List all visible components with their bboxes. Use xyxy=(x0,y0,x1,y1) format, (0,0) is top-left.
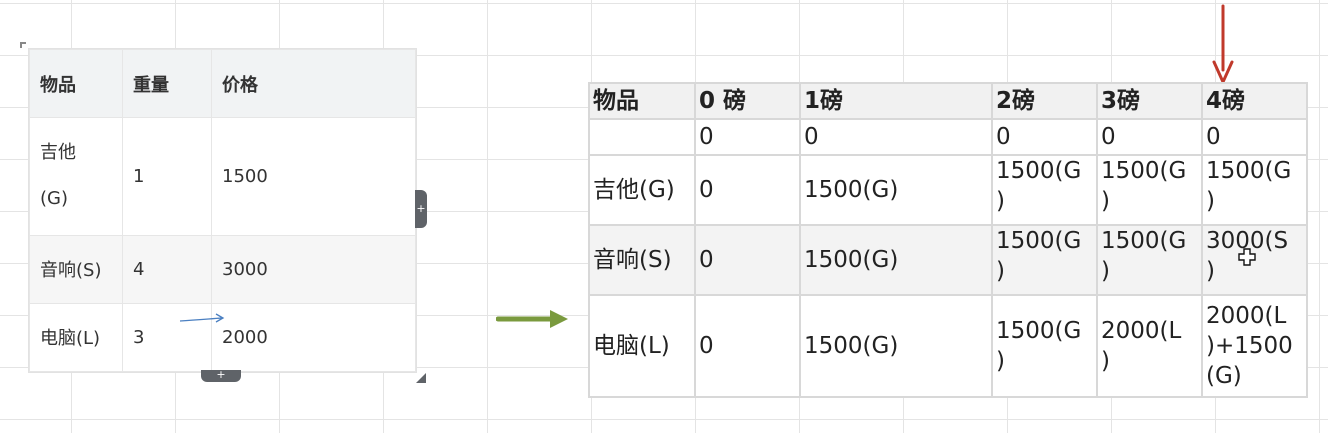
dp-cell[interactable]: 1500(G) xyxy=(799,154,993,226)
table-row: 吉他 (G) 1 1500 xyxy=(29,117,416,236)
cell-line: ) xyxy=(996,188,1005,214)
table-row: 音响(S) 4 3000 xyxy=(29,234,416,304)
move-cursor-icon xyxy=(1238,248,1256,266)
dp-cell[interactable]: 1500(G) xyxy=(991,224,1098,296)
cell-line: ) xyxy=(1101,188,1110,214)
arrow-down-icon xyxy=(1212,4,1234,86)
header-weight: 重量 xyxy=(122,48,212,119)
dp-item-cell[interactable]: 音响(S) xyxy=(588,224,696,296)
dp-item-cell[interactable]: 电脑(L) xyxy=(588,294,696,398)
table-row: 0 0 0 0 0 xyxy=(588,118,1308,156)
dp-cell[interactable]: 1500(G) xyxy=(1201,154,1308,226)
cell-line: ) xyxy=(996,258,1005,284)
dp-item-cell[interactable]: 吉他(G) xyxy=(588,154,696,226)
dp-header-capacity-0: 0 磅 xyxy=(694,82,801,120)
dp-cell[interactable]: 0 xyxy=(694,294,801,398)
table-header-row: 物品 重量 价格 xyxy=(29,48,416,119)
header-item: 物品 xyxy=(29,48,123,119)
dp-cell[interactable] xyxy=(588,118,696,156)
arrow-right-icon xyxy=(496,310,568,328)
dp-cell[interactable]: 1500(G) xyxy=(991,294,1098,398)
dp-header-row: 物品 0 磅 1磅 2磅 3磅 4磅 xyxy=(588,82,1308,120)
table-row: 吉他(G) 0 1500(G) 1500(G) 1500(G) 1500(G) xyxy=(588,154,1308,226)
dp-cell[interactable]: 0 xyxy=(694,224,801,296)
price-cell[interactable]: 1500 xyxy=(211,117,416,236)
dp-header-capacity-3: 3磅 xyxy=(1096,82,1203,120)
dp-cell[interactable]: 0 xyxy=(694,154,801,226)
dp-header-capacity-4: 4磅 xyxy=(1201,82,1308,120)
dp-cell[interactable]: 0 xyxy=(1096,118,1203,156)
cell-line: ) xyxy=(1101,348,1110,374)
cell-line: 1500(G xyxy=(996,318,1082,344)
item-cell[interactable]: 吉他 (G) xyxy=(29,117,123,236)
cell-line: 2000(L xyxy=(1206,303,1287,329)
table-corner-handle-icon[interactable] xyxy=(20,42,26,48)
cell-line: ) xyxy=(1206,188,1215,214)
item-cell[interactable]: 音响(S) xyxy=(29,234,123,304)
dp-cell[interactable]: 0 xyxy=(991,118,1098,156)
dp-cell[interactable]: 0 xyxy=(694,118,801,156)
cell-line: 1500(G xyxy=(1101,158,1187,184)
dp-cell[interactable]: 1500(G) xyxy=(991,154,1098,226)
cell-line: 1500(G xyxy=(996,228,1082,254)
item-name-line1: 吉他 xyxy=(40,142,76,164)
table-row: 音响(S) 0 1500(G) 1500(G) 1500(G) 3000(S) xyxy=(588,224,1308,296)
cell-line: ) xyxy=(996,348,1005,374)
dp-header-capacity-2: 2磅 xyxy=(991,82,1098,120)
dp-cell[interactable]: 0 xyxy=(1201,118,1308,156)
dp-header-item: 物品 xyxy=(588,82,696,120)
resize-corner-icon[interactable] xyxy=(416,373,426,383)
item-name-line2: (G) xyxy=(40,188,68,210)
dp-cell[interactable]: 0 xyxy=(799,118,993,156)
cell-line: 2000(L xyxy=(1101,318,1182,344)
weight-cell[interactable]: 4 xyxy=(122,234,212,304)
dp-cell[interactable]: 2000(L) xyxy=(1096,294,1203,398)
dp-cell[interactable]: 1500(G) xyxy=(799,294,993,398)
thin-arrow-right-icon xyxy=(179,313,225,323)
dp-header-capacity-1: 1磅 xyxy=(799,82,993,120)
add-row-handle[interactable]: + xyxy=(201,369,241,382)
cell-line: ) xyxy=(1101,258,1110,284)
cell-line: 1500(G xyxy=(1101,228,1187,254)
price-cell[interactable]: 2000 xyxy=(211,302,416,373)
header-price: 价格 xyxy=(211,48,416,119)
knapsack-dp-table: 物品 0 磅 1磅 2磅 3磅 4磅 0 0 0 0 0 吉他(G) 0 150… xyxy=(588,82,1308,398)
item-cell[interactable]: 电脑(L) xyxy=(29,302,123,373)
cell-line: )+1500 xyxy=(1206,333,1293,359)
dp-cell[interactable]: 1500(G) xyxy=(1096,224,1203,296)
dp-cell[interactable]: 1500(G) xyxy=(1096,154,1203,226)
cell-line: 1500(G xyxy=(1206,158,1292,184)
cell-line: (G) xyxy=(1206,363,1242,389)
cell-line: 1500(G xyxy=(996,158,1082,184)
dp-cell[interactable]: 2000(L )+1500 (G) xyxy=(1201,294,1308,398)
add-column-handle[interactable]: + xyxy=(415,190,427,228)
price-cell[interactable]: 3000 xyxy=(211,234,416,304)
weight-cell[interactable]: 1 xyxy=(122,117,212,236)
table-row: 电脑(L) 0 1500(G) 1500(G) 2000(L) 2000(L )+… xyxy=(588,294,1308,398)
dp-cell[interactable]: 1500(G) xyxy=(799,224,993,296)
